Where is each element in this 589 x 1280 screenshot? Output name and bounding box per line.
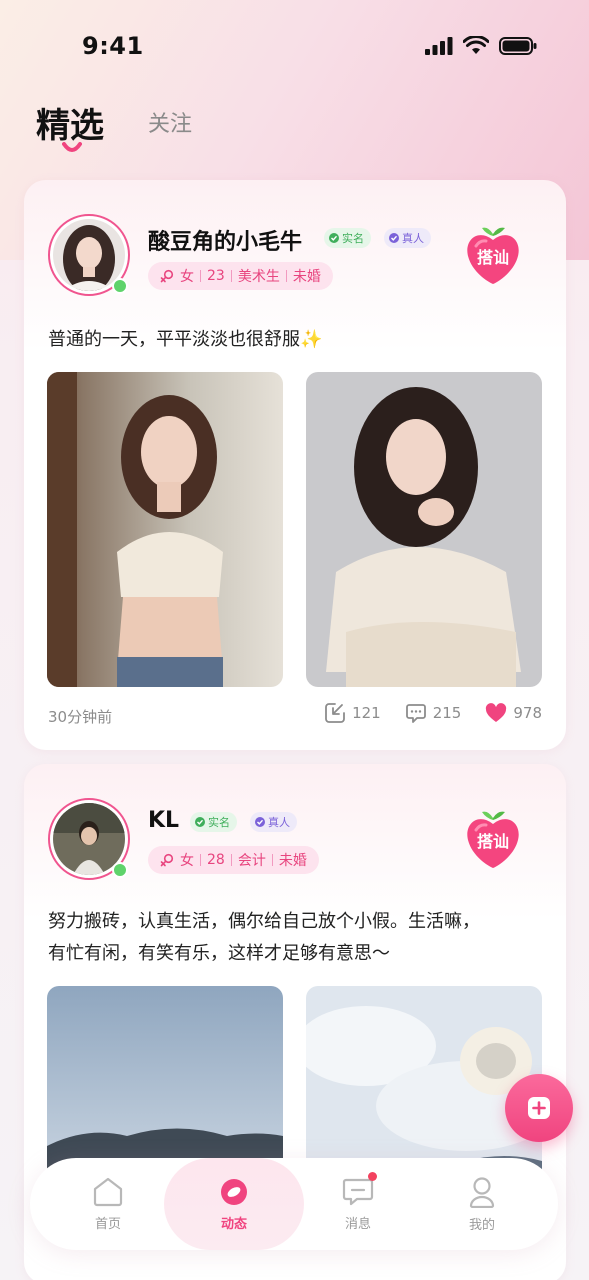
username[interactable]: KL xyxy=(148,808,179,833)
status-time: 9:41 xyxy=(82,32,144,60)
marital-label: 未婚 xyxy=(292,269,321,285)
plus-icon xyxy=(528,1097,550,1119)
flirt-button-label: 搭讪 xyxy=(476,832,509,851)
tab-me-label: 我的 xyxy=(468,1217,495,1233)
gender-label: 女 xyxy=(180,853,194,869)
job-label: 美术生 xyxy=(237,269,280,285)
post-actions: 121 215 978 xyxy=(324,702,542,724)
tab-messages-label: 消息 xyxy=(344,1216,371,1232)
female-icon xyxy=(160,853,174,867)
job-label: 会计 xyxy=(237,853,266,869)
like-count: 978 xyxy=(513,704,542,722)
post-card[interactable]: 酸豆角的小毛牛 实名 真人 女 23 美术生 未婚 搭讪 普通的一天，平平淡淡也… xyxy=(24,180,566,750)
divider xyxy=(230,854,232,866)
post-text-line: 努力搬砖，认真生活，偶尔给自己放个小假。生活嘛， xyxy=(48,911,480,932)
divider xyxy=(200,270,201,282)
create-post-button[interactable] xyxy=(505,1074,573,1142)
tab-featured[interactable]: 精选 xyxy=(36,98,104,147)
profile-icon xyxy=(469,1176,495,1208)
tab-feed[interactable]: 动态 xyxy=(164,1158,304,1250)
avatar[interactable] xyxy=(48,798,130,880)
flirt-button[interactable]: 搭讪 xyxy=(460,806,526,872)
divider xyxy=(271,854,273,866)
female-icon xyxy=(160,269,174,283)
real-name-badge: 实名 xyxy=(190,812,237,832)
avatar[interactable] xyxy=(48,214,130,296)
status-icons xyxy=(425,36,537,55)
check-icon xyxy=(195,817,205,827)
wifi-icon xyxy=(463,36,489,54)
age-label: 23 xyxy=(207,268,225,284)
tab-home[interactable]: 首页 xyxy=(42,1158,174,1250)
post-text-line: 有忙有闲，有笑有乐，这样才足够有意思～ xyxy=(48,943,390,964)
post-text: 普通的一天，平平淡淡也很舒服✨ xyxy=(48,329,323,350)
heart-icon xyxy=(486,703,507,722)
tab-me[interactable]: 我的 xyxy=(416,1158,548,1250)
verified-badge-label: 真人 xyxy=(268,816,290,829)
divider xyxy=(285,270,287,282)
online-status-dot xyxy=(112,278,128,294)
check-icon xyxy=(329,233,339,243)
real-name-badge-label: 实名 xyxy=(208,816,230,829)
share-action[interactable]: 121 xyxy=(324,702,381,724)
username[interactable]: 酸豆角的小毛牛 xyxy=(148,224,302,256)
verified-badge: 真人 xyxy=(250,812,297,832)
shield-check-icon xyxy=(389,233,399,243)
comment-count: 215 xyxy=(432,704,462,722)
feed-icon xyxy=(221,1178,247,1205)
flirt-button[interactable]: 搭讪 xyxy=(460,222,526,288)
post-photo[interactable] xyxy=(47,372,283,687)
verified-badge: 真人 xyxy=(384,228,431,248)
marital-label: 未婚 xyxy=(278,853,307,869)
comment-icon xyxy=(405,704,426,723)
gender-label: 女 xyxy=(180,269,194,285)
tab-active-indicator xyxy=(62,142,82,152)
divider xyxy=(200,854,201,866)
verified-badge-label: 真人 xyxy=(402,232,424,245)
comment-action[interactable]: 215 xyxy=(405,702,462,724)
message-icon xyxy=(342,1178,374,1205)
post-photo[interactable] xyxy=(306,986,542,1186)
real-name-badge-label: 实名 xyxy=(342,232,364,245)
signal-icon xyxy=(425,36,453,55)
post-time: 30分钟前 xyxy=(48,708,113,726)
share-count: 121 xyxy=(352,704,381,722)
bottom-tab-bar: 首页 动态 消息 我的 xyxy=(30,1158,558,1250)
real-name-badge: 实名 xyxy=(324,228,371,248)
tab-following[interactable]: 关注 xyxy=(148,106,192,138)
age-label: 28 xyxy=(207,852,225,868)
tab-home-label: 首页 xyxy=(94,1216,121,1232)
post-text: 努力搬砖，认真生活，偶尔给自己放个小假。生活嘛， 有忙有闲，有笑有乐，这样才足够… xyxy=(48,906,548,970)
unread-dot xyxy=(368,1172,377,1181)
post-photo[interactable] xyxy=(306,372,542,687)
status-bar: 9:41 xyxy=(0,0,589,96)
divider xyxy=(230,270,232,282)
home-icon xyxy=(93,1177,123,1206)
shield-check-icon xyxy=(255,817,265,827)
tab-feed-label: 动态 xyxy=(220,1216,247,1232)
tab-messages[interactable]: 消息 xyxy=(292,1158,424,1250)
user-info-pill: 女 23 美术生 未婚 xyxy=(148,262,333,290)
online-status-dot xyxy=(112,862,128,878)
flirt-button-label: 搭讪 xyxy=(476,248,509,267)
user-info-pill: 女 28 会计 未婚 xyxy=(148,846,319,874)
share-icon xyxy=(325,703,345,723)
like-action[interactable]: 978 xyxy=(485,703,542,723)
post-photo[interactable] xyxy=(47,986,283,1186)
battery-icon xyxy=(499,36,537,55)
